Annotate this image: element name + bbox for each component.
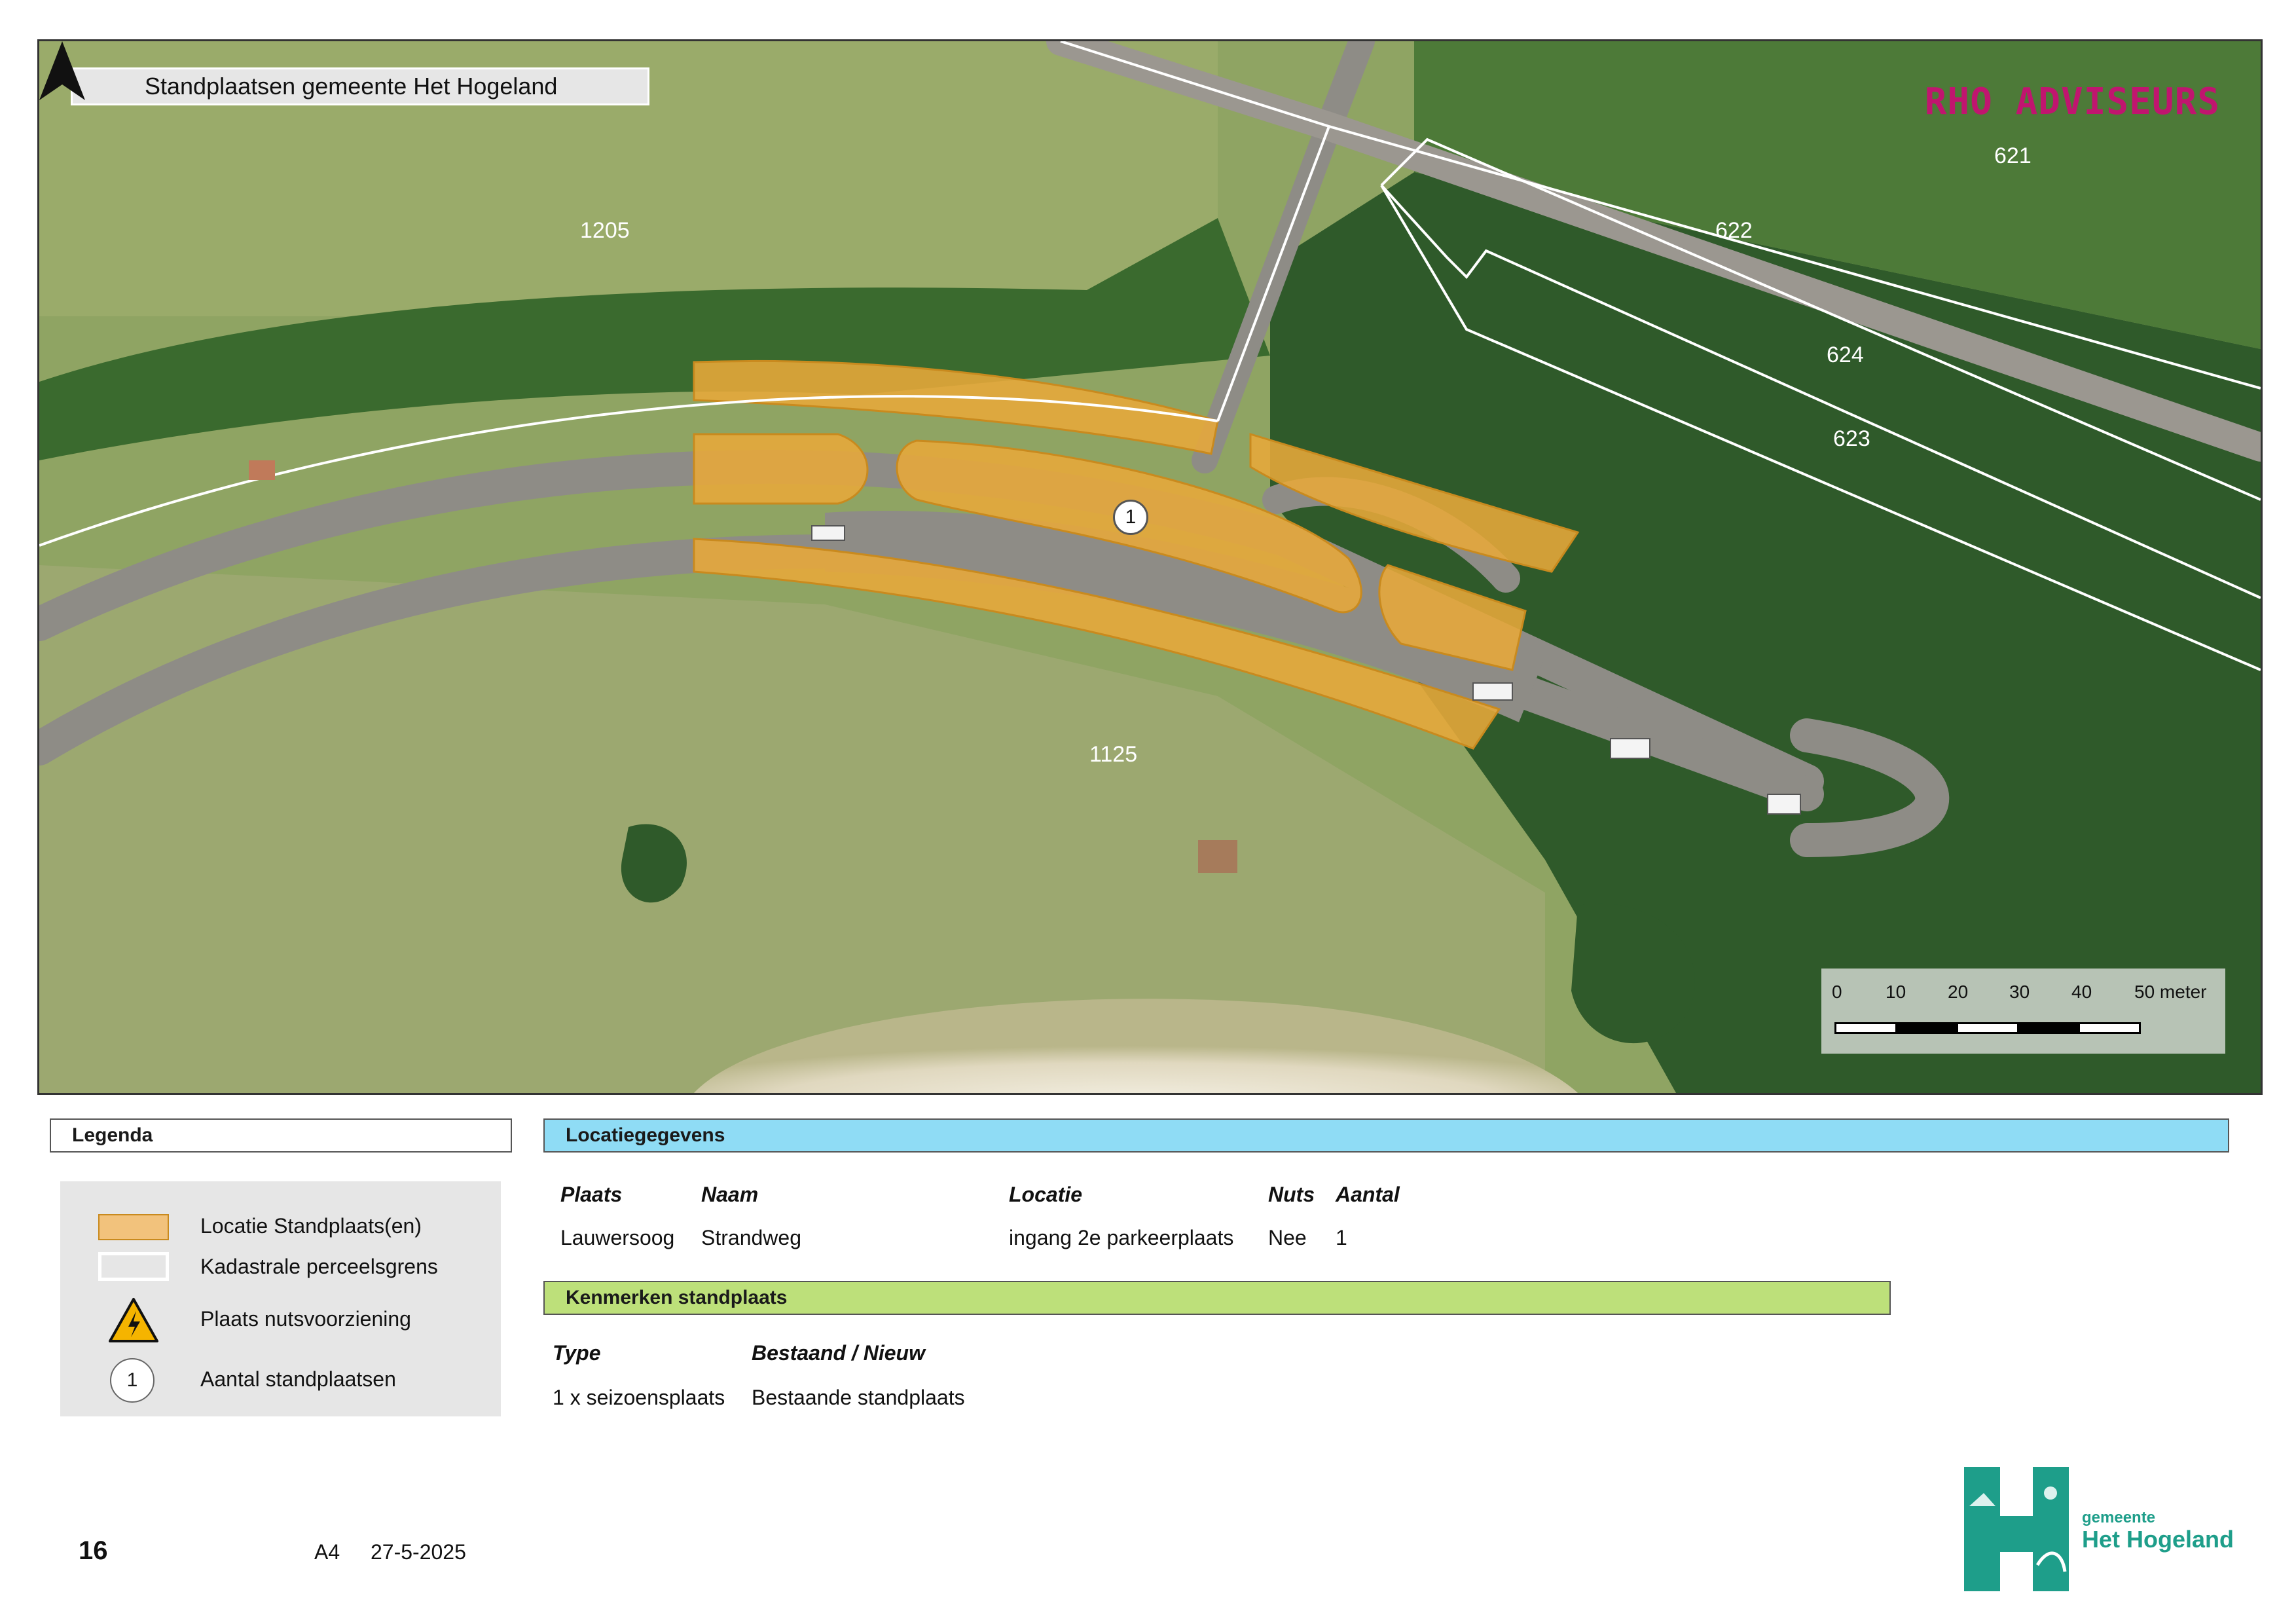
features-header: Bestaand / Nieuw	[752, 1341, 925, 1365]
parcel-label: 1125	[1089, 742, 1138, 767]
brand-logo: RHO ADVISEURS	[1924, 81, 2220, 123]
scale-tick: 0	[1832, 982, 1842, 1002]
scale-segment	[1956, 1022, 2019, 1034]
location-cell: ingang 2e parkeerplaats	[1009, 1226, 1234, 1249]
logo-small-text: gemeente	[2082, 1509, 2156, 1526]
parcel-label: 621	[1994, 143, 2032, 168]
parcel-boundary-swatch	[98, 1252, 169, 1281]
scale-tick: 50 meter	[2134, 982, 2207, 1002]
scale-segment	[1834, 1022, 1897, 1034]
location-cell: Nee	[1268, 1226, 1307, 1249]
legend-item: Locatie Standplaats(en)	[60, 1206, 501, 1246]
location-header: Aantal	[1336, 1183, 1400, 1206]
building	[249, 460, 275, 480]
map-title: Standplaatsen gemeente Het Hogeland	[71, 67, 649, 105]
legend-item: 1 Aantal standplaatsen	[60, 1358, 501, 1403]
location-cell: Strandweg	[701, 1226, 801, 1249]
numbered-circle-icon: 1	[110, 1358, 155, 1403]
orange-area-swatch	[98, 1214, 169, 1240]
het-hogeland-logo: gemeente Het Hogeland	[1964, 1467, 2239, 1591]
parcel-label: 1205	[580, 218, 630, 243]
legend-label: Plaats nutsvoorziening	[200, 1307, 411, 1331]
legend-title: Legenda	[50, 1118, 512, 1153]
location-cell: Lauwersoog	[560, 1226, 675, 1249]
parcel-label: 622	[1715, 218, 1753, 243]
page-number: 16	[79, 1536, 108, 1565]
location-header: Locatie	[1009, 1183, 1083, 1206]
scale-tick: 20	[1948, 982, 1969, 1002]
features-header: Type	[553, 1341, 601, 1365]
parcel-label: 624	[1827, 342, 1864, 367]
north-arrow-icon	[39, 41, 85, 100]
het-hogeland-emblem	[1964, 1467, 2069, 1591]
legend-label: Kadastrale perceelsgrens	[200, 1255, 438, 1278]
location-panel-title: Locatiegegevens	[543, 1118, 2229, 1153]
features-cell: Bestaande standplaats	[752, 1386, 965, 1409]
location-cell: 1	[1336, 1226, 1347, 1249]
scale-tick: 10	[1886, 982, 1906, 1002]
parcel-label: 623	[1833, 426, 1870, 451]
location-header: Nuts	[1268, 1183, 1315, 1206]
map-frame[interactable]: Standplaatsen gemeente Het Hogeland RHO …	[37, 39, 2263, 1095]
scale-tick: 30	[2009, 982, 2030, 1002]
legend-label: Locatie Standplaats(en)	[200, 1214, 422, 1238]
scale-bar: 0 10 20 30 40 50 meter	[1821, 969, 2225, 1054]
scale-segment	[2017, 1022, 2080, 1034]
high-voltage-warning-icon	[109, 1298, 158, 1342]
legend-box: Locatie Standplaats(en) Kadastrale perce…	[60, 1181, 501, 1416]
location-header: Naam	[701, 1183, 759, 1206]
legend-label: Aantal standplaatsen	[200, 1367, 396, 1391]
date: 27-5-2025	[371, 1540, 466, 1564]
building	[1198, 840, 1237, 873]
standplaats-count-marker[interactable]: 1	[1113, 500, 1148, 535]
location-header: Plaats	[560, 1183, 623, 1206]
scale-segment	[1895, 1022, 1958, 1034]
features-cell: 1 x seizoensplaats	[553, 1386, 725, 1409]
aerial-photo	[39, 41, 2261, 1093]
logo-large-text: Het Hogeland	[2082, 1526, 2234, 1553]
legend-item: Kadastrale perceelsgrens	[60, 1247, 501, 1286]
legend-item: Plaats nutsvoorziening	[60, 1298, 501, 1342]
scale-tick: 40	[2071, 982, 2092, 1002]
features-panel-title: Kenmerken standplaats	[543, 1281, 1891, 1315]
scale-segment	[2078, 1022, 2141, 1034]
paper-size: A4	[314, 1540, 340, 1564]
